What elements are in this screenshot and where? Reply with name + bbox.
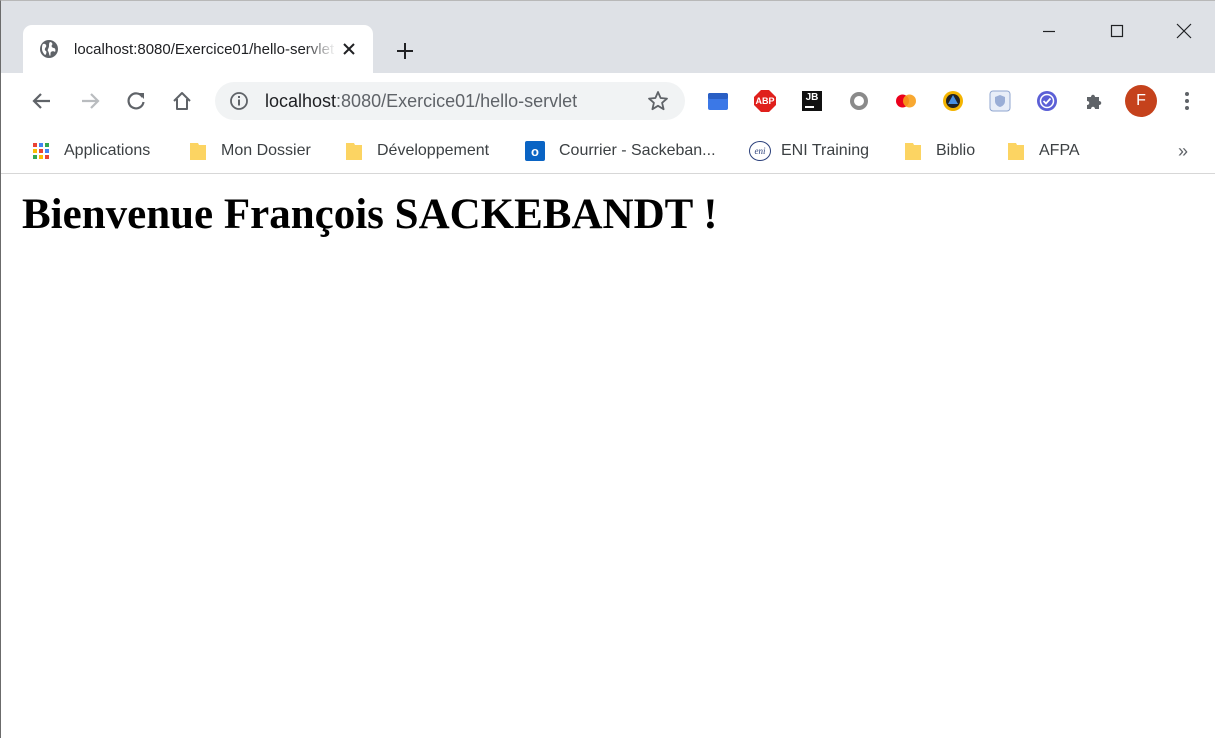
home-icon xyxy=(173,92,191,110)
eni-icon: eni xyxy=(749,141,771,161)
tab-title: localhost:8080/Exercice01/hello-servlet xyxy=(74,41,335,58)
bookmark-label: Applications xyxy=(64,142,151,159)
new-tab-button[interactable] xyxy=(391,37,419,65)
home-button[interactable] xyxy=(168,87,196,115)
url-path: :8080/Exercice01/hello-servlet xyxy=(336,91,578,111)
close-icon xyxy=(1176,23,1192,39)
tab-active[interactable]: localhost:8080/Exercice01/hello-servlet xyxy=(23,25,373,73)
profile-avatar[interactable]: F xyxy=(1125,85,1157,117)
circle-extension-icon[interactable] xyxy=(847,89,871,113)
more-menu-icon xyxy=(1185,92,1189,110)
bookmark-label: ENI Training xyxy=(781,142,870,159)
maximize-button[interactable] xyxy=(1094,15,1140,47)
shield-extension-icon xyxy=(989,90,1011,112)
folder-icon xyxy=(905,143,921,160)
bookmark-developpement[interactable]: Développement xyxy=(345,137,489,165)
folder-icon xyxy=(346,143,362,160)
title-bar: localhost:8080/Exercice01/hello-servlet xyxy=(1,1,1215,73)
forward-arrow-icon xyxy=(82,93,100,109)
bookmark-label: Développement xyxy=(377,142,490,159)
outlook-icon-label: o xyxy=(531,143,539,159)
globe-icon xyxy=(40,40,58,58)
puzzle-icon xyxy=(1087,94,1102,109)
bookmark-label: AFPA xyxy=(1039,142,1080,159)
window-close-button[interactable] xyxy=(1161,15,1207,47)
bookmark-courrier[interactable]: o Courrier - Sackeban... xyxy=(525,137,716,165)
plus-icon xyxy=(397,43,413,59)
mastercard-icon xyxy=(896,94,916,108)
close-icon xyxy=(343,43,355,55)
abp-label: ABP xyxy=(755,96,775,106)
check-extension-icon xyxy=(1037,91,1057,111)
sparrow-extension-icon xyxy=(943,91,963,111)
jb-label: JB xyxy=(805,92,819,103)
bookmark-applications[interactable]: Applications xyxy=(32,137,150,165)
sparrow-extension-icon[interactable] xyxy=(941,89,965,113)
folder-icon xyxy=(190,143,206,160)
calendar-extension-icon xyxy=(708,93,728,110)
avatar-initial: F xyxy=(1136,92,1146,109)
bookmarks-overflow-button[interactable]: » xyxy=(1171,139,1195,163)
adblock-plus-icon[interactable]: ABP xyxy=(753,89,777,113)
forward-button[interactable] xyxy=(76,87,104,115)
circle-extension-icon xyxy=(850,92,868,110)
bookmark-biblio[interactable]: Biblio xyxy=(904,137,975,165)
calendar-extension-icon[interactable] xyxy=(706,89,730,113)
browser-window: localhost:8080/Exercice01/hello-servlet xyxy=(0,0,1215,738)
folder-icon xyxy=(1008,143,1024,160)
bookmark-eni-training[interactable]: eni ENI Training xyxy=(749,137,869,165)
page-content: Bienvenue François SACKEBANDT ! xyxy=(1,174,1215,738)
bookmark-mon-dossier[interactable]: Mon Dossier xyxy=(189,137,311,165)
tab-close-button[interactable] xyxy=(337,37,361,61)
address-bar[interactable]: localhost:8080/Exercice01/hello-servlet xyxy=(215,82,685,120)
reload-icon xyxy=(127,92,145,110)
bookmark-label: Courrier - Sackeban... xyxy=(559,142,716,159)
check-extension-icon[interactable] xyxy=(1035,89,1059,113)
info-icon[interactable] xyxy=(229,91,249,111)
star-icon[interactable] xyxy=(647,90,669,112)
more-menu-button[interactable] xyxy=(1175,89,1199,113)
reload-button[interactable] xyxy=(122,87,150,115)
mastercard-icon[interactable] xyxy=(894,89,918,113)
shield-extension-icon[interactable] xyxy=(988,89,1012,113)
puzzle-icon[interactable] xyxy=(1082,89,1106,113)
outlook-icon: o xyxy=(525,141,545,161)
url-text[interactable]: localhost:8080/Exercice01/hello-servlet xyxy=(265,90,577,112)
url-host: localhost xyxy=(265,91,337,111)
bookmark-label: Biblio xyxy=(936,142,976,159)
jetbrains-icon[interactable]: JB xyxy=(800,89,824,113)
back-button[interactable] xyxy=(28,87,56,115)
eni-icon-label: eni xyxy=(754,146,766,156)
maximize-icon xyxy=(1110,24,1124,38)
minimize-button[interactable] xyxy=(1026,15,1072,47)
bookmark-label: Mon Dossier xyxy=(221,142,311,159)
bookmark-afpa[interactable]: AFPA xyxy=(1007,137,1080,165)
bookmarks-bar: Applications Mon Dossier Développement o… xyxy=(1,129,1215,174)
minimize-icon xyxy=(1043,30,1055,33)
back-arrow-icon xyxy=(32,93,50,109)
apps-grid-icon xyxy=(33,143,49,159)
page-heading: Bienvenue François SACKEBANDT ! xyxy=(22,191,718,238)
toolbar: localhost:8080/Exercice01/hello-servlet … xyxy=(1,73,1215,129)
